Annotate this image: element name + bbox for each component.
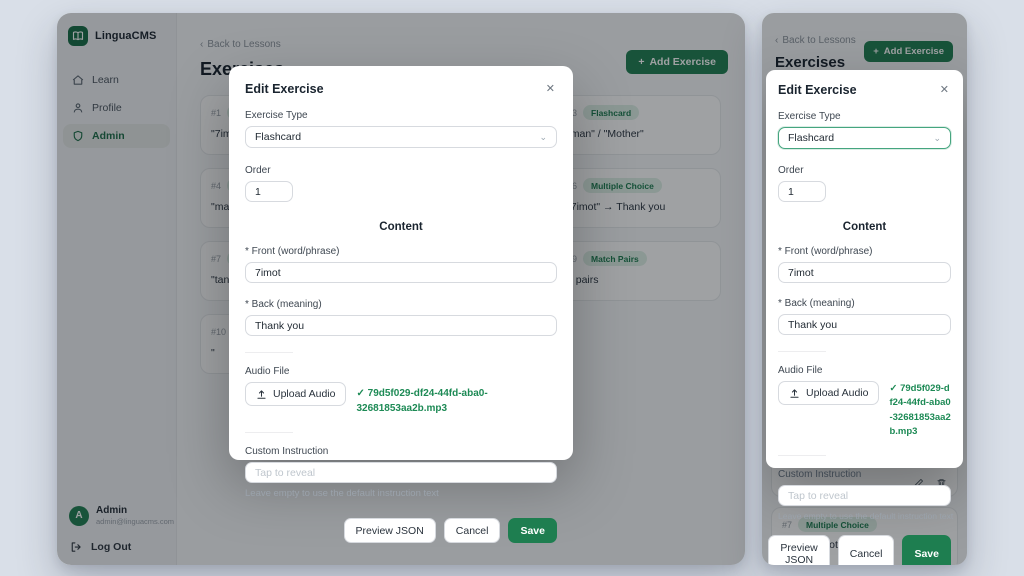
custom-instruction-input[interactable]: [245, 462, 557, 483]
front-label: * Front (word/phrase): [245, 246, 557, 257]
front-label: * Front (word/phrase): [778, 246, 951, 257]
back-input[interactable]: [245, 315, 557, 336]
order-label: Order: [245, 165, 557, 176]
divider: [778, 351, 826, 352]
custom-instruction-label: Custom Instruction: [245, 446, 557, 457]
instruction-help-text: Leave empty to use the default instructi…: [245, 488, 557, 499]
exercise-type-select[interactable]: Flashcard ⌄: [245, 126, 557, 148]
save-button[interactable]: Save: [902, 535, 951, 565]
exercise-type-select[interactable]: Flashcard ⌄: [778, 127, 951, 149]
upload-icon: [789, 388, 800, 399]
order-input[interactable]: [778, 181, 826, 202]
chevron-down-icon: ⌄: [539, 132, 547, 143]
front-input[interactable]: [778, 262, 951, 283]
divider: [245, 352, 293, 353]
exercise-type-label: Exercise Type: [245, 110, 557, 121]
uploaded-file-name: ✓ 79d5f029-df24-44fd-aba0-32681853aa2b.m…: [356, 382, 557, 416]
modal-title: Edit Exercise: [245, 82, 324, 96]
custom-instruction-label: Custom Instruction: [778, 469, 951, 480]
save-button[interactable]: Save: [508, 518, 557, 543]
content-section-title: Content: [245, 221, 557, 233]
cancel-button[interactable]: Cancel: [838, 535, 895, 565]
cancel-button[interactable]: Cancel: [444, 518, 501, 543]
mobile-app-frame: ‹ Back to Lessons Exercises + Add Exerci…: [762, 13, 967, 565]
back-label: * Back (meaning): [778, 298, 951, 309]
order-input[interactable]: [245, 181, 293, 202]
close-icon[interactable]: ✕: [938, 83, 951, 98]
chevron-down-icon: ⌄: [933, 133, 941, 144]
order-label: Order: [778, 165, 951, 176]
content-section-title: Content: [778, 221, 951, 233]
edit-exercise-modal: Edit Exercise ✕ Exercise Type Flashcard …: [229, 66, 573, 460]
divider: [245, 432, 293, 433]
divider: [778, 455, 826, 456]
close-icon[interactable]: ✕: [544, 82, 557, 97]
audio-file-label: Audio File: [245, 366, 557, 377]
instruction-help-text: Leave empty to use the default instructi…: [778, 511, 951, 521]
preview-json-button[interactable]: Preview JSON: [768, 535, 829, 565]
exercise-type-label: Exercise Type: [778, 111, 951, 122]
edit-exercise-modal: Edit Exercise ✕ Exercise Type Flashcard …: [766, 70, 963, 468]
uploaded-file-name: ✓ 79d5f029-df24-44fd-aba0-32681853aa2b.m…: [889, 381, 951, 439]
preview-json-button[interactable]: Preview JSON: [344, 518, 436, 543]
check-icon: ✓: [356, 388, 364, 399]
check-icon: ✓: [889, 383, 897, 394]
front-input[interactable]: [245, 262, 557, 283]
back-input[interactable]: [778, 314, 951, 335]
upload-icon: [256, 389, 267, 400]
modal-title: Edit Exercise: [778, 83, 857, 97]
back-label: * Back (meaning): [245, 299, 557, 310]
upload-audio-button[interactable]: Upload Audio: [245, 382, 346, 406]
custom-instruction-input[interactable]: [778, 485, 951, 506]
upload-audio-button[interactable]: Upload Audio: [778, 381, 879, 405]
audio-file-label: Audio File: [778, 365, 951, 376]
desktop-app-frame: LinguaCMS Learn Profile Admin: [57, 13, 745, 565]
